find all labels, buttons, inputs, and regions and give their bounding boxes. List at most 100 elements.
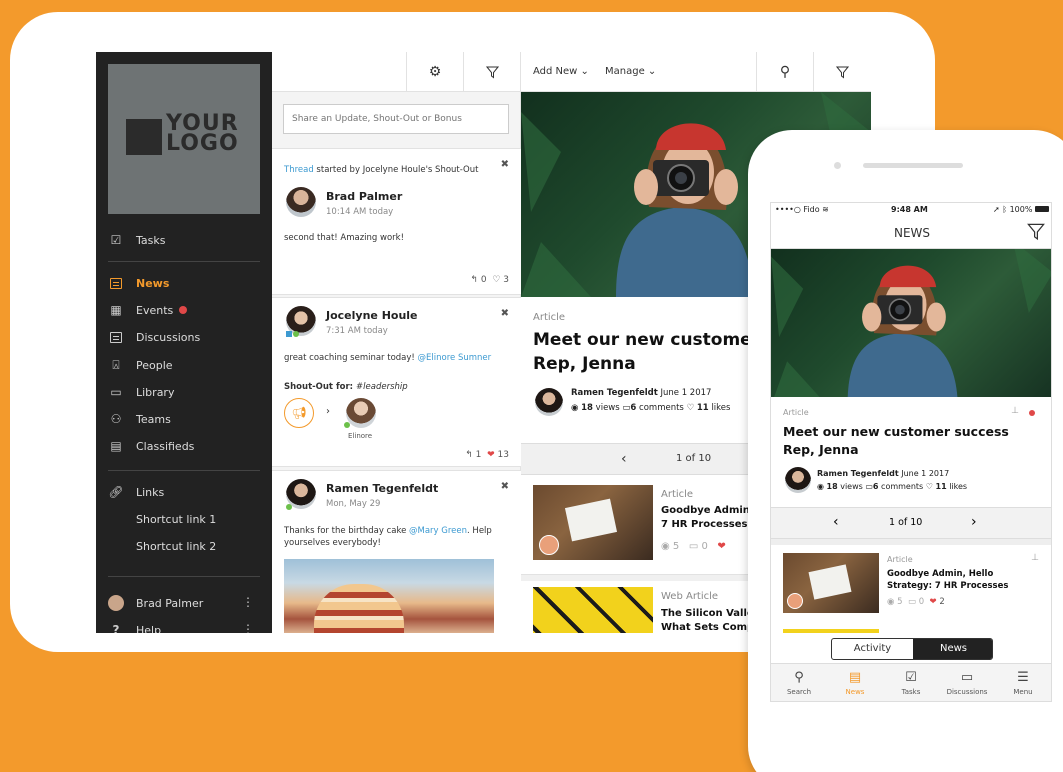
- thread-link[interactable]: Thread: [284, 165, 314, 175]
- dismiss-icon[interactable]: ✖: [501, 159, 509, 170]
- location-icon: ➚: [992, 205, 1000, 214]
- article-title[interactable]: Meet our new customer s Rep, Jenna: [533, 328, 776, 376]
- sidebar-user[interactable]: Brad Palmer: [108, 593, 203, 613]
- sidebar-divider: [108, 470, 260, 471]
- phone-screen: ••••○ Fido ≋ 9:48 AM ➚ ᛒ 100% NEWS Artic…: [770, 202, 1052, 702]
- chevron-left-icon[interactable]: ‹: [621, 451, 627, 467]
- sidebar-item-tasks[interactable]: ☑ Tasks: [108, 230, 166, 250]
- pin-icon[interactable]: ⊥: [1031, 553, 1039, 563]
- sidebar-shortcut-link-2[interactable]: Shortcut link 2: [136, 536, 216, 556]
- phone-pager: ‹ 1 of 10 ›: [771, 507, 1051, 539]
- recipient-avatar[interactable]: [346, 398, 376, 428]
- sidebar-item-news[interactable]: News: [108, 273, 169, 293]
- article-title: The Silicon Valley What Sets Compa: [661, 608, 761, 633]
- tab-discussions[interactable]: ▭ Discussions: [939, 670, 995, 696]
- status-square: [286, 331, 292, 337]
- sidebar-item-classifieds[interactable]: ▤ Classifieds: [108, 436, 194, 456]
- eye-icon: ◉: [817, 482, 824, 491]
- chevron-right-icon: ›: [326, 406, 330, 417]
- logo-mark: [126, 119, 162, 155]
- sidebar-item-library[interactable]: ▭ Library: [108, 382, 174, 402]
- dismiss-icon[interactable]: ✖: [501, 308, 509, 319]
- author-avatar[interactable]: [535, 388, 563, 416]
- author-mini-avatar: [787, 593, 803, 609]
- heart-filled-icon[interactable]: ❤: [487, 450, 495, 460]
- company-logo[interactable]: YOUR LOGO: [108, 64, 260, 214]
- help-more-icon[interactable]: ⋮: [242, 622, 254, 633]
- activity-news-toggle: Activity News: [831, 638, 993, 660]
- next-thumbnail-peek: [783, 629, 879, 633]
- sidebar-item-people[interactable]: ⍓ People: [108, 355, 172, 375]
- mention-link[interactable]: @Elinore Sumner: [418, 353, 492, 363]
- article-type: Article: [783, 408, 809, 417]
- wifi-icon: ≋: [822, 205, 829, 214]
- sidebar-item-discussions[interactable]: Discussions: [108, 327, 200, 347]
- battery-indicator: ➚ ᛒ 100%: [993, 205, 1049, 214]
- author-avatar[interactable]: [785, 467, 811, 493]
- sidebar-divider: [108, 261, 260, 262]
- phone-hero-photo[interactable]: [771, 249, 1051, 397]
- carrier-label: ••••○ Fido ≋: [775, 205, 829, 214]
- tab-news[interactable]: ▤ News: [827, 670, 883, 696]
- author-name[interactable]: Brad Palmer: [326, 190, 402, 203]
- post-body: great coaching seminar today! @Elinore S…: [284, 353, 492, 363]
- status-time: 9:48 AM: [891, 205, 928, 214]
- tab-menu[interactable]: ☰ Menu: [995, 670, 1051, 696]
- reply-icon[interactable]: ↰: [465, 450, 473, 460]
- search-icon: ⚲: [794, 670, 804, 685]
- eye-icon: ◉: [661, 541, 670, 552]
- avatar[interactable]: [286, 187, 316, 217]
- author-mini-avatar: [539, 535, 559, 555]
- tab-search[interactable]: ⚲ Search: [771, 670, 827, 696]
- toggle-activity[interactable]: Activity: [832, 639, 913, 659]
- comment-icon: ▭: [907, 597, 916, 607]
- article-type: Article: [661, 489, 694, 500]
- search-icon[interactable]: ⚲: [756, 52, 813, 92]
- chevron-right-icon[interactable]: ›: [971, 514, 977, 530]
- heart-outline-icon[interactable]: ♡: [492, 275, 500, 285]
- cake-photo[interactable]: [284, 559, 494, 633]
- tab-tasks[interactable]: ☑ Tasks: [883, 670, 939, 696]
- heart-outline-icon: ♡: [925, 482, 933, 491]
- sidebar-help[interactable]: ? Help: [108, 620, 162, 633]
- sidebar-item-events[interactable]: ▦ Events: [108, 300, 188, 320]
- phone-filter-icon[interactable]: [1027, 223, 1045, 244]
- feed-card: ✖ Ramen Tegenfeldt Mon, May 29 Thanks fo…: [272, 470, 521, 633]
- phone-list-item[interactable]: Article ⊥ Goodbye Admin, Hello Strategy:…: [771, 545, 1051, 625]
- online-dot: [286, 504, 292, 510]
- author-name[interactable]: Jocelyne Houle: [326, 309, 418, 322]
- author-name[interactable]: Ramen Tegenfeldt: [326, 482, 438, 495]
- dismiss-icon[interactable]: ✖: [501, 481, 509, 492]
- checkbox-icon: ☑: [905, 670, 917, 685]
- library-icon: ▭: [110, 385, 122, 399]
- article-meta: Ramen Tegenfeldt June 1 2017: [817, 469, 950, 478]
- reply-icon[interactable]: ↰: [470, 275, 478, 285]
- settings-gear-icon[interactable]: ⚙: [406, 52, 463, 92]
- phone-tab-bar: ⚲ Search ▤ News ☑ Tasks ▭ Discussions ☰ Menu: [771, 663, 1051, 701]
- eye-icon: ◉: [571, 403, 579, 413]
- add-new-menu[interactable]: Add New ⌄: [533, 66, 589, 77]
- phone-article-title[interactable]: Meet our new customer success Rep, Jenna: [783, 423, 1009, 459]
- sidebar-item-teams[interactable]: ⚇ Teams: [108, 409, 171, 429]
- filter-icon: [835, 66, 849, 78]
- pin-icon[interactable]: ⊥: [1011, 406, 1019, 416]
- feed-card: ✖ Jocelyne Houle 7:31 AM today great coa…: [272, 297, 521, 467]
- feed-filter-icon[interactable]: [463, 52, 520, 92]
- megaphone-icon: 📢︎: [284, 398, 314, 428]
- sidebar-item-links[interactable]: 🔗︎ Links: [108, 482, 164, 502]
- sidebar-shortcut-link-1[interactable]: Shortcut link 1: [136, 509, 216, 529]
- chevron-left-icon[interactable]: ‹: [833, 514, 839, 530]
- toggle-news[interactable]: News: [913, 639, 992, 659]
- article-filter-icon[interactable]: [813, 52, 870, 92]
- unread-dot: [1029, 410, 1035, 416]
- mention-link[interactable]: @Mary Green: [409, 526, 467, 536]
- logo-text: YOUR LOGO: [166, 111, 239, 156]
- user-more-icon[interactable]: ⋮: [242, 595, 254, 609]
- manage-menu[interactable]: Manage ⌄: [605, 66, 656, 77]
- share-update-input[interactable]: [283, 104, 509, 134]
- article-stats: ◉ 5 ▭ 0 ❤: [661, 541, 726, 552]
- article-thumbnail: [533, 587, 653, 633]
- thread-line: Thread started by Jocelyne Houle's Shout…: [284, 165, 479, 175]
- post-body: Thanks for the birthday cake @Mary Green…: [284, 526, 492, 548]
- sidebar: YOUR LOGO ☑ Tasks News ▦ Events Discussi…: [96, 52, 272, 633]
